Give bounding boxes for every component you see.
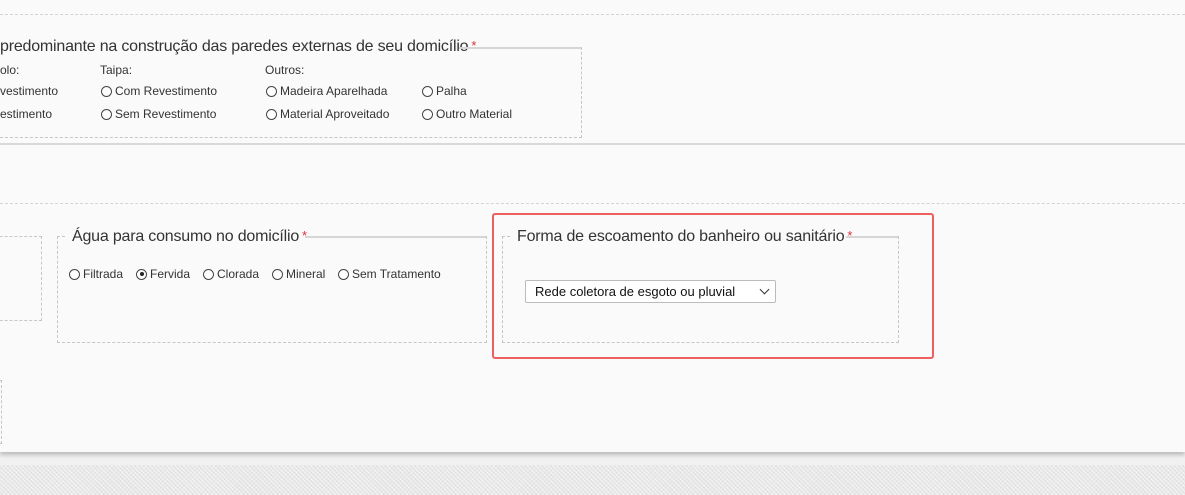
radio-circle-icon[interactable] [272, 268, 283, 280]
walls-group-label-outros: Outros: [265, 63, 305, 77]
radio-circle-icon[interactable] [266, 108, 277, 120]
water-radio-sem-tratamento[interactable]: Sem Tratamento [338, 267, 441, 281]
water-radio-mineral[interactable]: Mineral [272, 267, 325, 281]
walls-option-tijolo-sem[interactable]: estimento [0, 107, 52, 121]
water-fieldset [57, 236, 487, 343]
water-radio-filtrada[interactable]: Filtrada [69, 267, 123, 281]
water-legend: Água para consumo no domicílio * [67, 228, 312, 246]
radio-circle-icon[interactable] [266, 85, 277, 97]
walls-option-tijolo-com[interactable]: vestimento [0, 84, 58, 98]
walls-radio-taipa-com[interactable]: Com Revestimento [101, 84, 217, 98]
radio-checked-icon[interactable] [136, 268, 147, 280]
walls-group-label-taipa: Taipa: [100, 63, 133, 77]
bottom-partial-fieldset [0, 380, 2, 444]
sewage-highlight-outline [492, 213, 934, 359]
walls-legend-rule [459, 47, 581, 49]
water-radio-clorada[interactable]: Clorada [203, 267, 259, 281]
walls-radio-material-aproveitado[interactable]: Material Aproveitado [266, 107, 389, 121]
radio-circle-icon[interactable] [422, 108, 433, 120]
radio-circle-icon[interactable] [101, 108, 112, 120]
walls-legend: predominante na construção das paredes e… [0, 38, 482, 56]
section-divider-top [0, 14, 1185, 15]
left-partial-fieldset [0, 236, 42, 321]
section-divider-solid [0, 143, 1185, 145]
radio-circle-icon[interactable] [338, 268, 349, 280]
form-card: predominante na construção das paredes e… [0, 0, 1185, 452]
walls-radio-palha[interactable]: Palha [422, 84, 467, 98]
walls-radio-taipa-sem[interactable]: Sem Revestimento [101, 107, 216, 121]
water-legend-rule [305, 236, 486, 238]
page-gap [0, 452, 1185, 465]
walls-group-label-tijolo: olo: [0, 63, 20, 77]
radio-circle-icon[interactable] [101, 85, 112, 97]
walls-radio-madeira[interactable]: Madeira Aparelhada [266, 84, 387, 98]
water-radio-fervida[interactable]: Fervida [136, 267, 190, 281]
page-background-pattern [0, 465, 1185, 495]
radio-circle-icon[interactable] [422, 85, 433, 97]
walls-radio-outro-material[interactable]: Outro Material [422, 107, 512, 121]
radio-circle-icon[interactable] [69, 268, 80, 280]
radio-circle-icon[interactable] [203, 268, 214, 280]
section-divider-mid [0, 203, 1185, 204]
